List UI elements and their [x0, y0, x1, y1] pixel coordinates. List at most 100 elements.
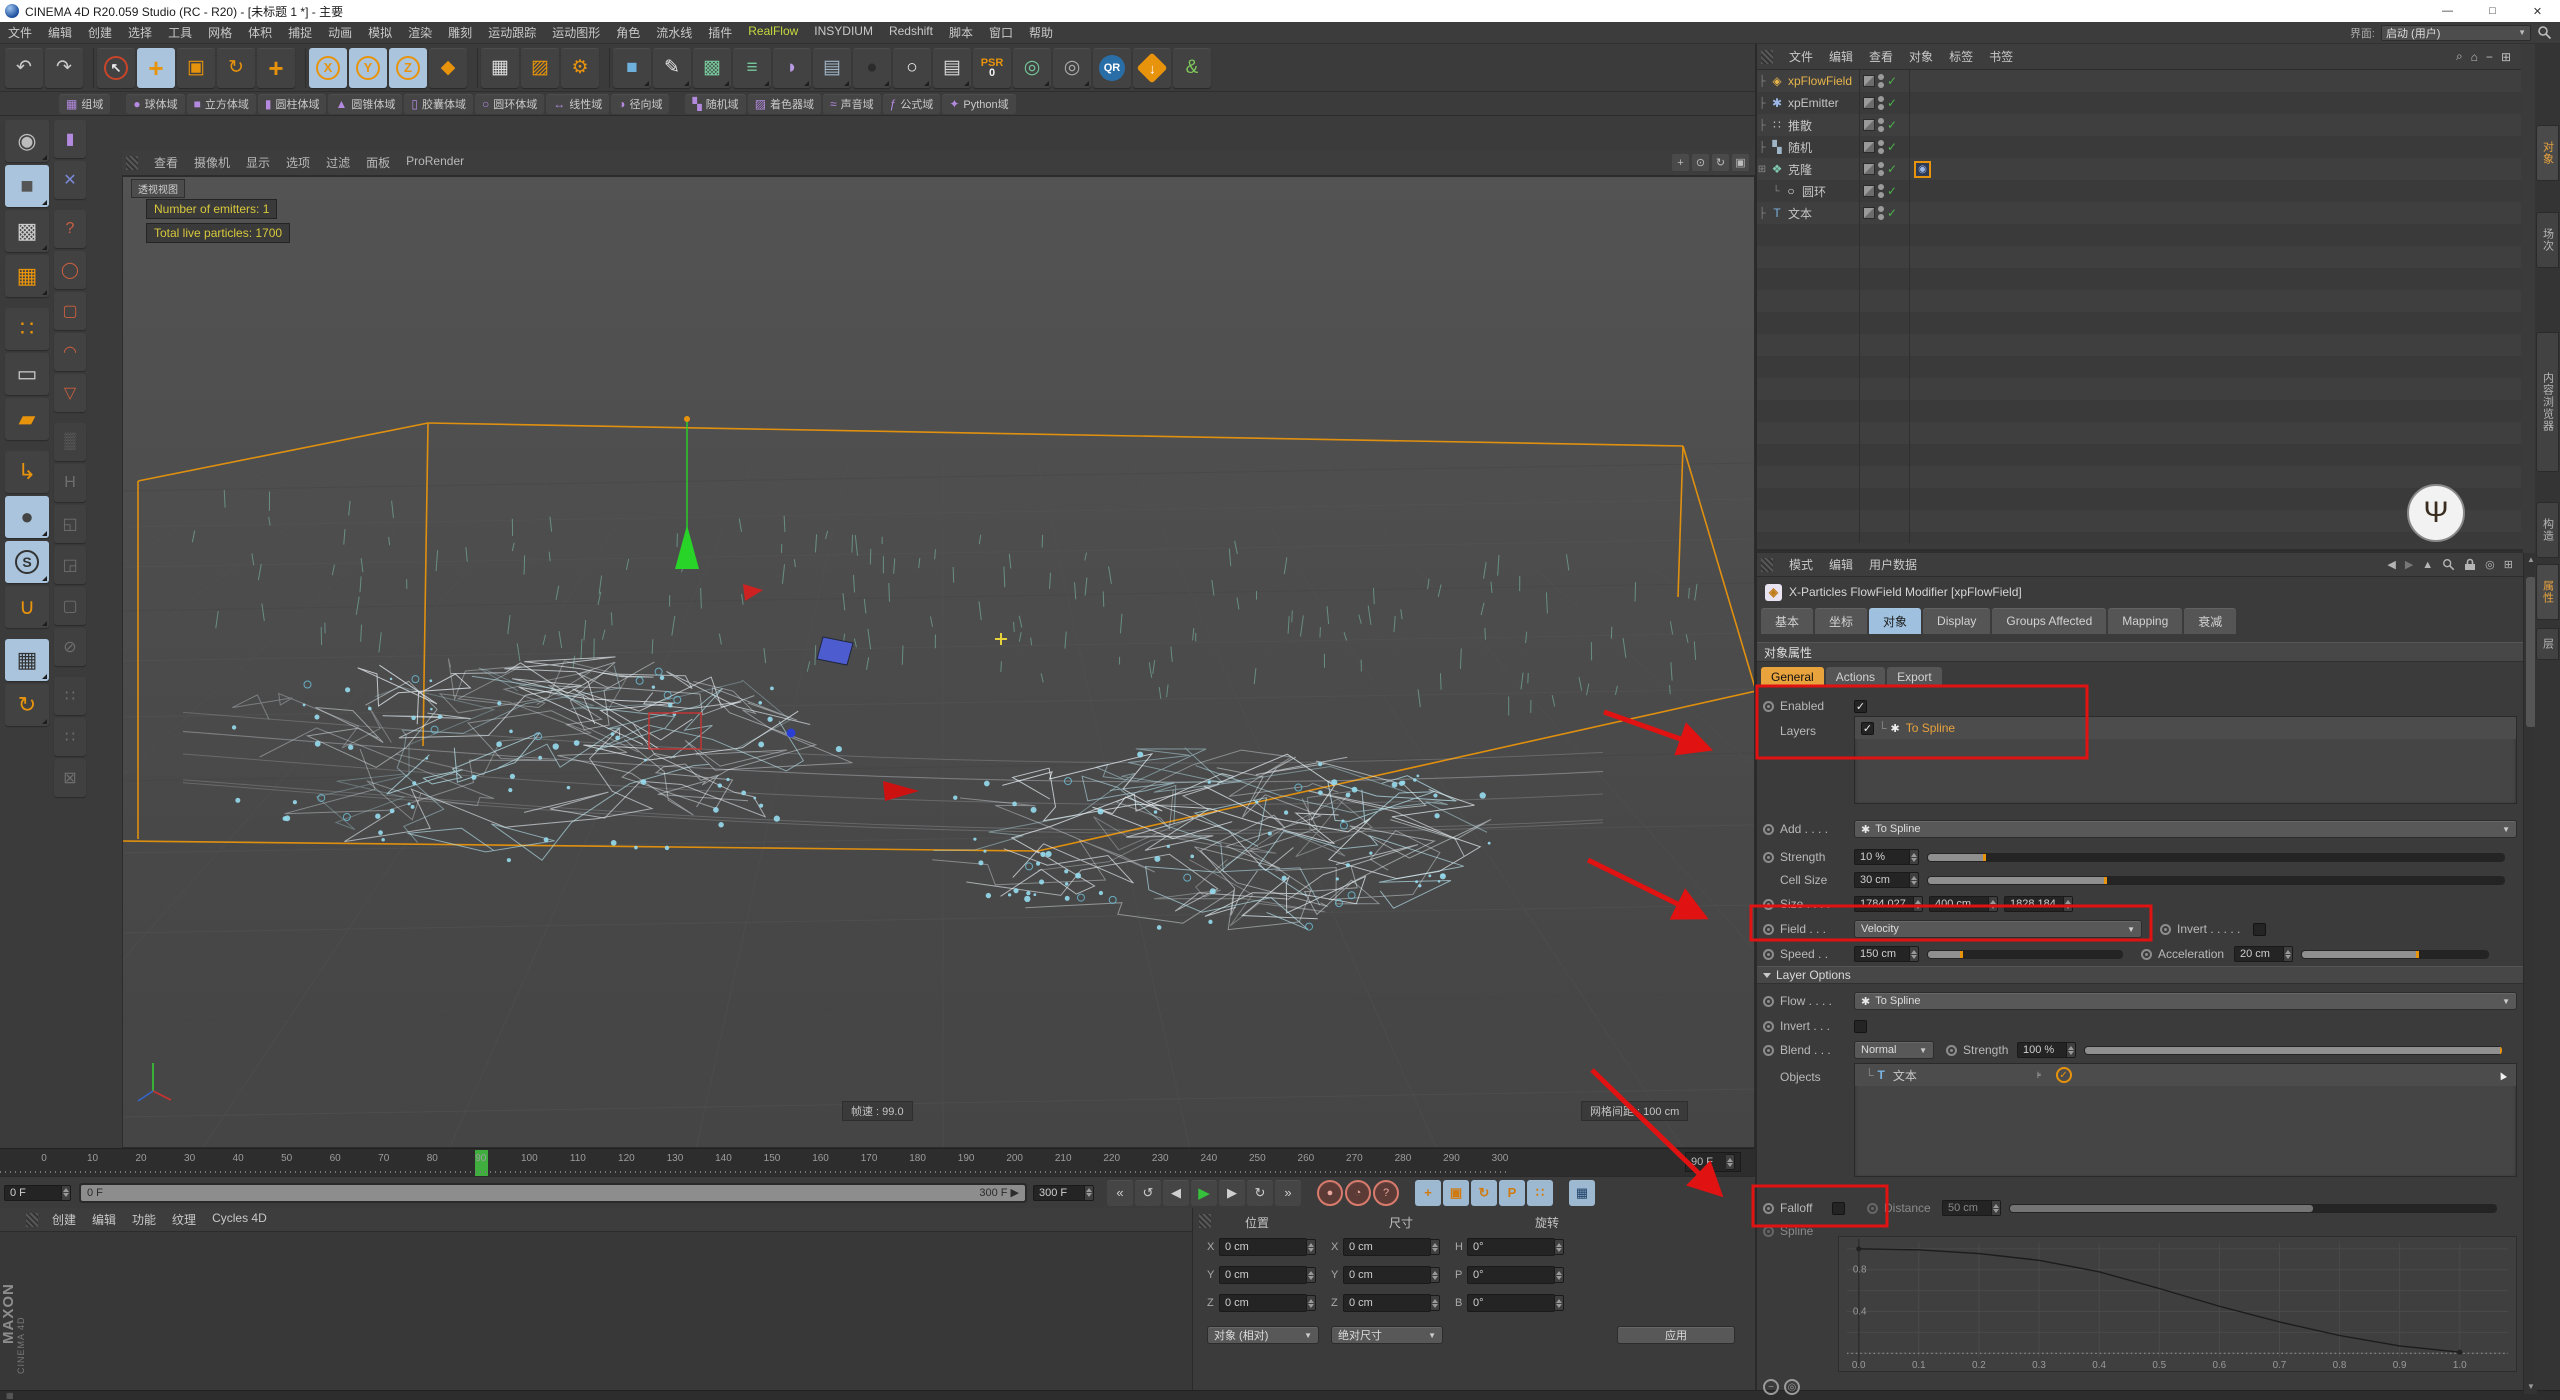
blend-strength-field[interactable]: 100 %: [2017, 1042, 2076, 1058]
window-menu[interactable]: 窗口: [981, 24, 1021, 41]
key-scale-toggle[interactable]: ▣: [1443, 1179, 1469, 1206]
help-menu[interactable]: 帮助: [1021, 24, 1061, 41]
object-row-xp-emitter[interactable]: ├ ✱ xpEmitter ✓: [1757, 92, 2521, 114]
disabled-tool-1[interactable]: ▒: [54, 423, 86, 461]
object-row-cloner[interactable]: ⊞ ❖ 克隆 ✓ ◉: [1757, 158, 2521, 180]
tools-menu[interactable]: 工具: [160, 24, 200, 41]
visibility-dots[interactable]: [1878, 118, 1884, 132]
capsule-field-button[interactable]: ▯ 胶囊体域: [404, 93, 473, 114]
cone-field-button[interactable]: ▲ 圆锥体域: [328, 93, 403, 114]
xp-download-button[interactable]: ↓: [1133, 47, 1171, 88]
polygon-selection-tool[interactable]: ▽: [54, 374, 86, 412]
rotate-workplane-button[interactable]: ↻: [5, 684, 49, 726]
object-row-xp-flowfield[interactable]: ├ ◈ xpFlowField ✓: [1757, 70, 2521, 92]
attr-tab-6[interactable]: 衰减: [2184, 608, 2237, 634]
size-z-field[interactable]: 1828.184: [2004, 896, 2073, 912]
drag-grip-icon[interactable]: [126, 155, 138, 170]
vp-view-menu[interactable]: 查看: [146, 154, 186, 171]
enabled-check-icon[interactable]: ✓: [1887, 140, 1897, 154]
play-backward-button[interactable]: ↺: [1135, 1179, 1161, 1206]
tab-takes[interactable]: 场次: [2536, 212, 2559, 268]
speed-slider[interactable]: [1927, 949, 2123, 959]
tab-content-browser[interactable]: 内容浏览器: [2536, 332, 2559, 472]
redo-button[interactable]: ↷: [45, 47, 83, 88]
current-frame-field[interactable]: 90 F: [1685, 1152, 1741, 1172]
edit-menu[interactable]: 编辑: [40, 24, 80, 41]
attr-tab-2[interactable]: 对象: [1869, 608, 1922, 634]
viewport-panel[interactable]: 查看 摄像机 显示 选项 过滤 面板 ProRender + ⊙ ↻ ▣ 透视视图 Number …: [122, 116, 1755, 1148]
attr-tab-0[interactable]: 基本: [1761, 608, 1814, 634]
play-button[interactable]: ▶: [1191, 1179, 1217, 1206]
om-file-menu[interactable]: 文件: [1781, 48, 1821, 65]
drag-grip-icon[interactable]: [26, 1212, 38, 1227]
attr-mode-menu[interactable]: 模式: [1781, 556, 1821, 573]
coordinate-system-button[interactable]: ◆: [429, 47, 467, 88]
random-field-button[interactable]: ▚ 随机域: [685, 93, 746, 114]
add-floor-button[interactable]: ▤: [813, 47, 851, 88]
lock-z-axis-button[interactable]: Z: [389, 47, 427, 88]
object-manager-list[interactable]: ├ ◈ xpFlowField ✓ ├ ✱ xpEmitter ✓ ├ ∷ 推散 ✓ ├ ▚ 随机 ✓ ⊞ ❖ 克隆…: [1757, 70, 2521, 543]
vp-filter-menu[interactable]: 过滤: [318, 154, 358, 171]
flow-dropdown[interactable]: ✱ To Spline ▼: [1854, 992, 2517, 1010]
distance-slider[interactable]: [2009, 1203, 2497, 1213]
size-x-field[interactable]: X0 cm: [1331, 1238, 1440, 1256]
mat-cycles-menu[interactable]: Cycles 4D: [204, 1211, 275, 1228]
box-field-button[interactable]: ■ 立方体域: [186, 93, 256, 114]
rotate-tool[interactable]: ↻: [217, 47, 255, 88]
layer-enabled-checkbox[interactable]: ✓: [1861, 721, 1874, 735]
add-wire-sphere-button[interactable]: ◎: [1053, 47, 1091, 88]
drag-grip-icon[interactable]: [1199, 1214, 1211, 1228]
attr-subtab-actions[interactable]: Actions: [1825, 667, 1886, 687]
rotation-p-field[interactable]: P 0°: [1455, 1266, 1564, 1284]
falloff-checkbox[interactable]: [1832, 1201, 1845, 1215]
undo-button[interactable]: ↶: [5, 47, 43, 88]
om-edit-menu[interactable]: 编辑: [1821, 48, 1861, 65]
workplane-mode-button[interactable]: ▦: [5, 255, 49, 297]
pipeline-menu[interactable]: 流水线: [648, 24, 700, 41]
acceleration-slider[interactable]: [2301, 949, 2489, 959]
object-row-push-apart[interactable]: ├ ∷ 推散 ✓: [1757, 114, 2521, 136]
rotation-b-field[interactable]: B 0°: [1455, 1294, 1564, 1312]
disabled-tool-7[interactable]: ∷: [54, 677, 86, 715]
object-row-circle-spline[interactable]: └ ○ 圆环 ✓: [1757, 180, 2521, 202]
om-newwin-icon[interactable]: ⊞: [2501, 50, 2511, 64]
render-settings-button[interactable]: ⚙: [561, 47, 599, 88]
disabled-tool-5[interactable]: ▢: [54, 587, 86, 625]
mograph-tag-icon[interactable]: ◉: [1914, 160, 1931, 178]
vp-display-menu[interactable]: 显示: [238, 154, 278, 171]
snap-button[interactable]: S: [5, 541, 49, 583]
mat-function-menu[interactable]: 功能: [124, 1211, 164, 1228]
add-script-button[interactable]: ▤: [933, 47, 971, 88]
size-x-field[interactable]: 1784.027: [1854, 896, 1923, 912]
attr-userdata-menu[interactable]: 用户数据: [1861, 556, 1925, 573]
invert2-checkbox[interactable]: [1854, 1019, 1867, 1033]
attr-tab-5[interactable]: Mapping: [2108, 608, 2183, 634]
layer-options-header[interactable]: Layer Options: [1757, 966, 2523, 984]
disabled-tool-3[interactable]: ◱: [54, 505, 86, 543]
rectangle-selection-tool[interactable]: ▢: [54, 292, 86, 330]
falloff-spline-graph[interactable]: 0.8 0.4 0.0 0.1 0.2 0.3 0.4 0.5 0.6 0.7 0.8 0.9 1.0: [1838, 1236, 2517, 1372]
mesh-menu[interactable]: 网格: [200, 24, 240, 41]
tab-objects[interactable]: 对象: [2536, 125, 2559, 181]
enabled-check-icon[interactable]: ✓: [1887, 96, 1897, 110]
texture-mode-button[interactable]: ▩: [5, 210, 49, 252]
key-parameter-toggle[interactable]: P: [1499, 1179, 1525, 1206]
position-y-field[interactable]: Y0 cm: [1207, 1266, 1316, 1284]
add-deformer-button[interactable]: ◗: [773, 47, 811, 88]
enabled-checkbox[interactable]: ✓: [1854, 699, 1867, 713]
add-dropdown[interactable]: ✱ To Spline ▼: [1854, 820, 2517, 838]
include-check-icon[interactable]: ✓: [2055, 1067, 2072, 1083]
attr-tab-3[interactable]: Display: [1923, 608, 1991, 634]
range-end-field[interactable]: 300 F: [1033, 1184, 1094, 1201]
character-menu[interactable]: 角色: [608, 24, 648, 41]
viewport-scene[interactable]: 透视视图 Number of emitters: 1 Total live pa…: [122, 176, 1755, 1148]
render-region-button[interactable]: ▨: [521, 47, 559, 88]
mat-texture-menu[interactable]: 纹理: [164, 1211, 204, 1228]
lock-y-axis-button[interactable]: Y: [349, 47, 387, 88]
attr-target-icon[interactable]: ◎: [2485, 558, 2495, 571]
vp-prorender-menu[interactable]: ProRender: [398, 154, 472, 171]
object-row-random-effector[interactable]: ├ ▚ 随机 ✓: [1757, 136, 2521, 158]
size-mode-dropdown[interactable]: 绝对尺寸 ▼: [1331, 1326, 1443, 1344]
key-pla-toggle[interactable]: ∷: [1527, 1179, 1553, 1206]
torus-field-button[interactable]: ○ 圆环体域: [474, 93, 545, 114]
